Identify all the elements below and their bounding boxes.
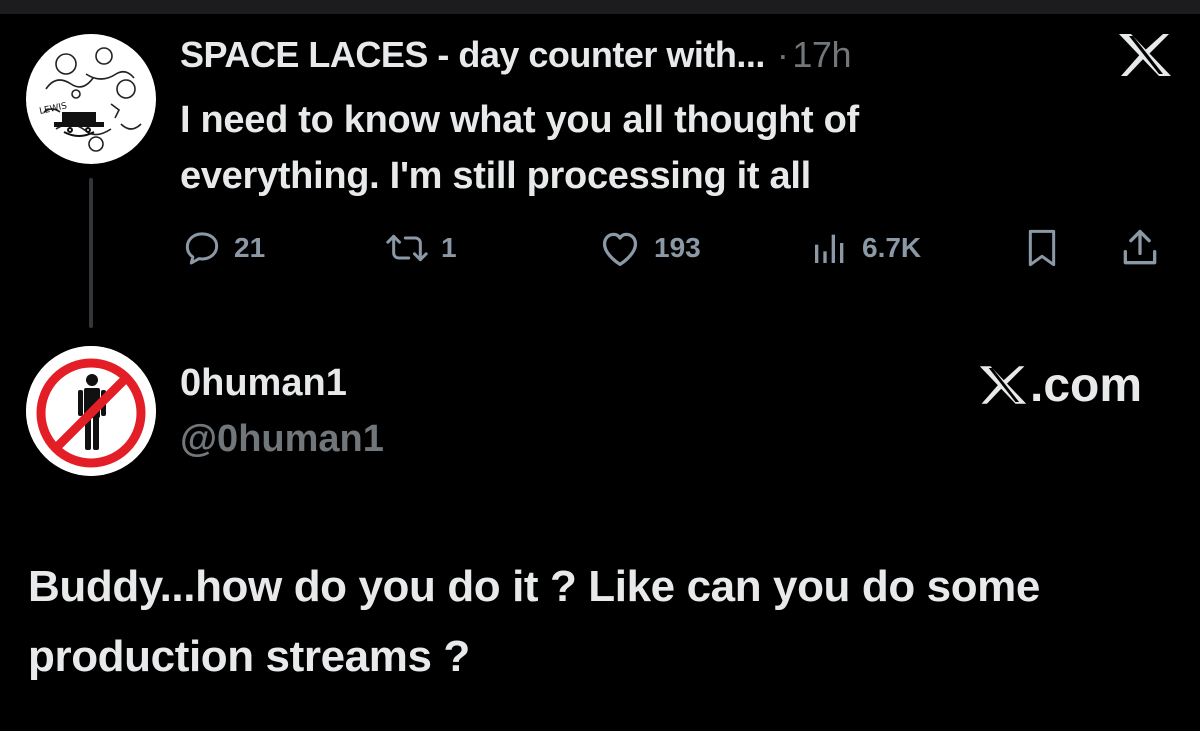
top-bar [0, 0, 1200, 14]
heart-icon [602, 232, 638, 266]
tweet-text: I need to know what you all thought of e… [180, 92, 1080, 204]
repost-icon [386, 234, 428, 262]
reply-count: 21 [234, 232, 266, 263]
tweet-text-line: I need to know what you all thought of [180, 99, 859, 141]
view-count: 6.7K [862, 232, 922, 263]
repost-button[interactable]: 1 [385, 222, 457, 274]
avatar[interactable]: LEWIS [26, 34, 156, 164]
separator-dot: · [776, 34, 789, 75]
views-icon [815, 234, 844, 263]
x-com-label: .com [1030, 358, 1143, 412]
x-logo-icon[interactable] [1117, 32, 1173, 78]
like-count: 193 [654, 232, 701, 263]
avatar[interactable] [26, 346, 156, 476]
reply-icon [185, 232, 219, 265]
reply-text: Buddy...how do you do it ? Like can you … [28, 552, 1188, 692]
bookmark-button[interactable] [1022, 222, 1074, 274]
no-person-prohibited-icon [26, 346, 156, 476]
x-logo-icon [979, 366, 1027, 404]
tweet-header: SPACE LACES - day counter with... · 17h [180, 34, 851, 82]
reply-text-line: Buddy...how do you do it ? Like can you … [28, 562, 1040, 611]
reply-button[interactable]: 21 [182, 222, 265, 274]
bookmark-icon [1028, 229, 1056, 267]
repost-count: 1 [441, 232, 457, 263]
share-button[interactable] [1118, 222, 1174, 274]
tweet-text-line: everything. I'm still processing it all [180, 155, 811, 197]
tweet-actions: 21 1 193 6.7K [180, 222, 1170, 274]
timestamp[interactable]: 17h [792, 34, 851, 76]
display-name[interactable]: SPACE LACES - day counter with... [180, 34, 765, 76]
x-com-watermark: .com [978, 355, 1142, 415]
like-button[interactable]: 193 [598, 222, 701, 274]
views-button[interactable]: 6.7K [810, 222, 921, 274]
thread-line [89, 178, 93, 328]
reply-handle[interactable]: @0human1 [180, 418, 384, 461]
share-icon [1123, 229, 1157, 265]
reply-display-name[interactable]: 0human1 [180, 362, 347, 405]
doodle-avatar-icon: LEWIS [39, 47, 142, 152]
reply-text-line: production streams ? [28, 632, 470, 681]
